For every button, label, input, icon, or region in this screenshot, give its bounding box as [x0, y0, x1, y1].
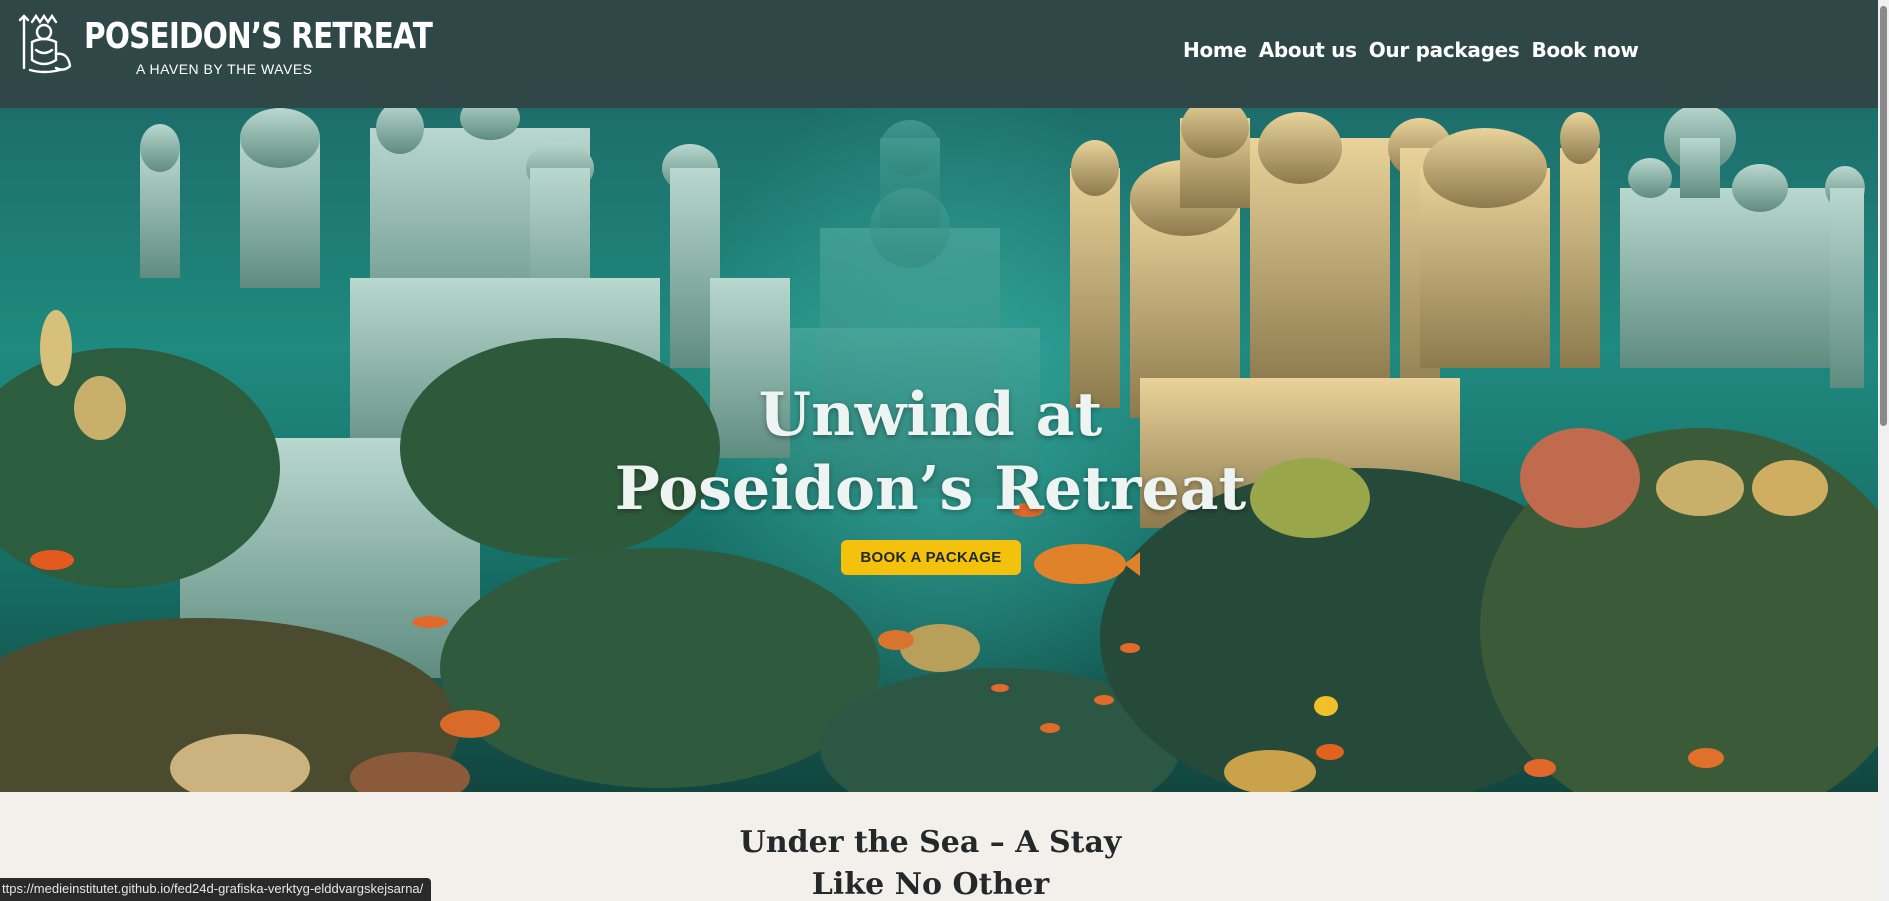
hero-section: Unwind at Poseidon’s Retreat BOOK A PACK… [0, 108, 1889, 792]
hero-title-line-2: Poseidon’s Retreat [614, 454, 1247, 524]
nav-link-book-now[interactable]: Book now [1531, 38, 1638, 62]
brand-tagline: A HAVEN BY THE WAVES [136, 61, 313, 77]
hero-title-line-1: Unwind at [758, 380, 1103, 450]
hero-title: Unwind at Poseidon’s Retreat [0, 378, 1861, 526]
page-scrollbar[interactable] [1878, 0, 1889, 901]
nav-link-about-us[interactable]: About us [1259, 38, 1357, 62]
far-right-palace [1620, 108, 1865, 388]
book-a-package-button[interactable]: BOOK A PACKAGE [841, 540, 1021, 575]
poseidon-logo-icon[interactable] [16, 12, 78, 76]
scrollbar-thumb[interactable] [1880, 6, 1887, 426]
nav-link-our-packages[interactable]: Our packages [1369, 38, 1520, 62]
main-nav: Home About us Our packages Book now [1183, 38, 1639, 62]
status-bar-url: ttps://medieinstitutet.github.io/fed24d-… [0, 878, 432, 901]
site-header: POSEIDON’S RETREAT A HAVEN BY THE WAVES … [0, 0, 1889, 108]
nav-link-home[interactable]: Home [1183, 38, 1247, 62]
intro-heading-line-1: Under the Sea – A Stay [739, 825, 1122, 860]
brand-title[interactable]: POSEIDON’S RETREAT [84, 16, 433, 57]
